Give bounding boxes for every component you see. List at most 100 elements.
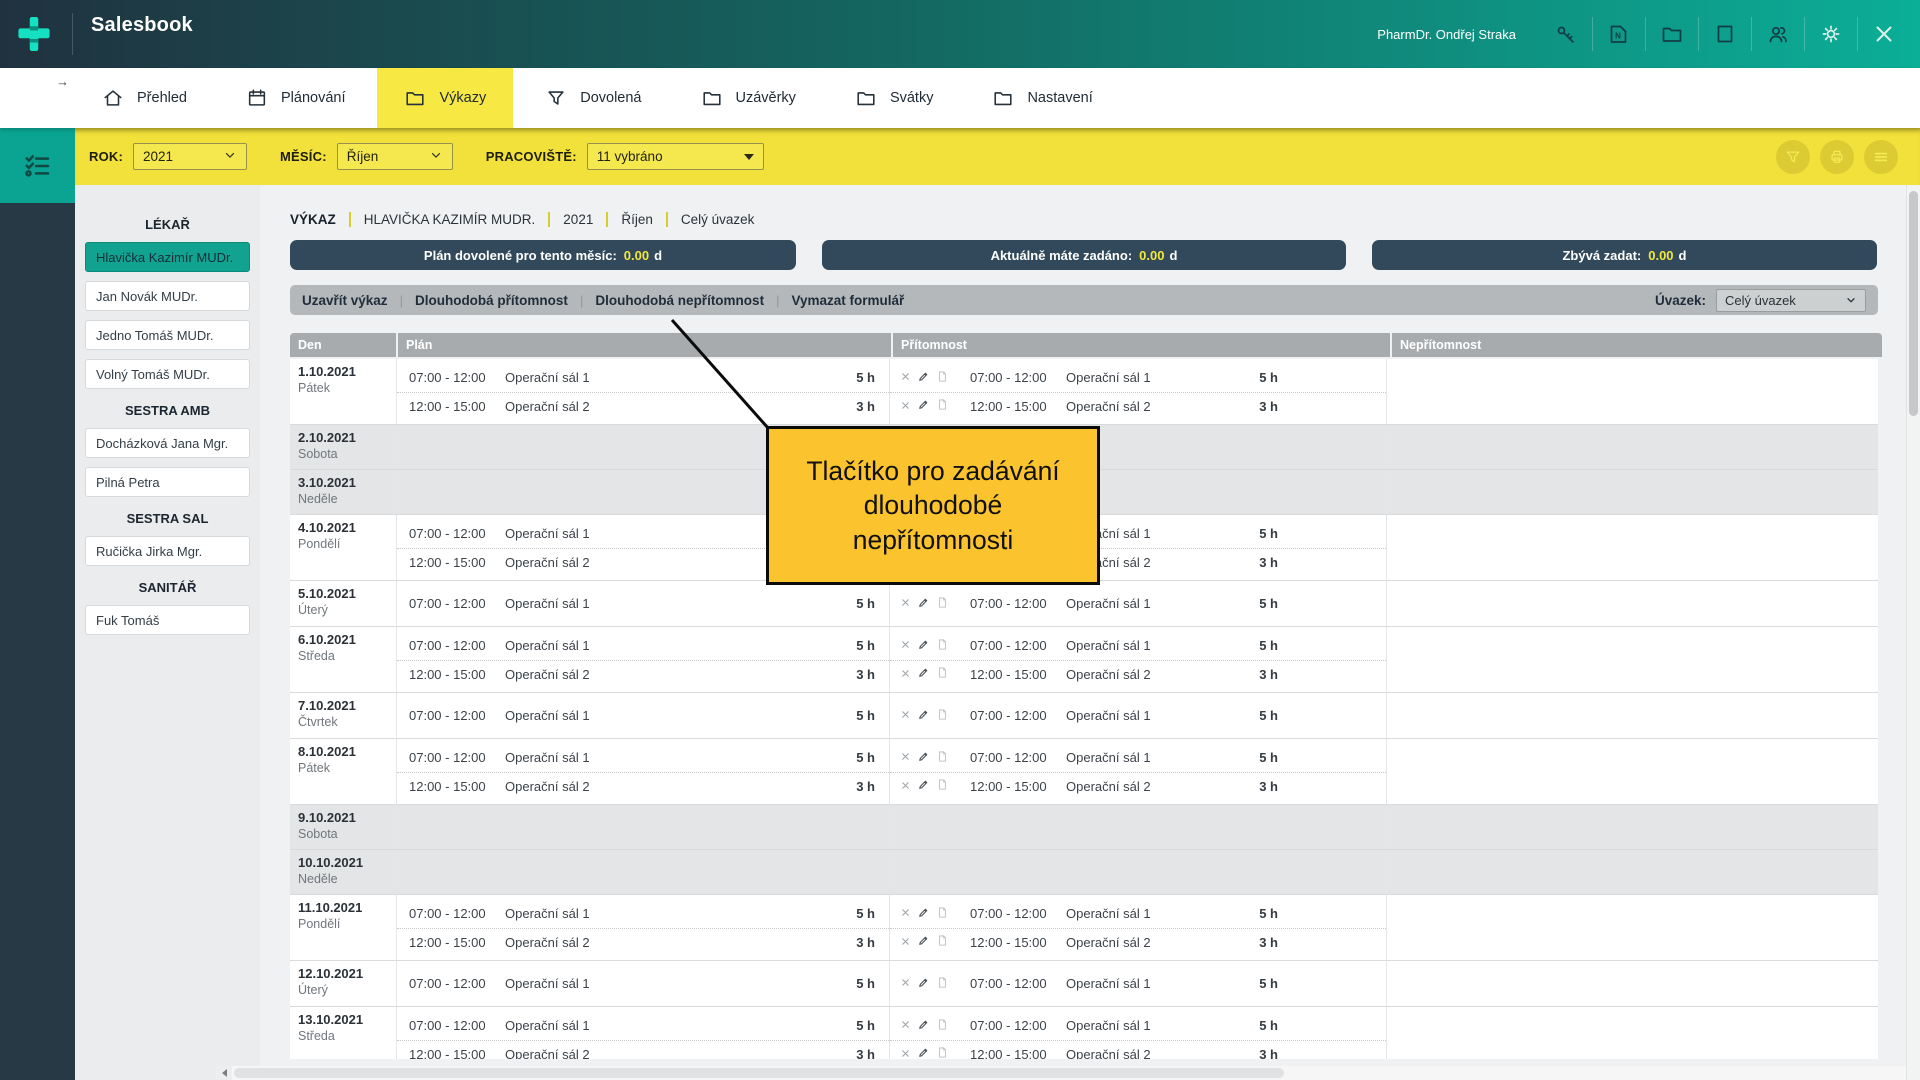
edit-shift-button[interactable] (917, 976, 930, 992)
edit-shift-button[interactable] (917, 666, 930, 682)
absence-cell (1386, 961, 1876, 1006)
edit-shift-icon (917, 1046, 930, 1059)
absence-cell (1386, 359, 1876, 424)
tab-svatky[interactable]: Svátky (828, 68, 961, 128)
sidebar-item-dochazkova-jana-mgr-[interactable]: Docházková Jana Mgr. (85, 428, 250, 458)
table-row: 13.10.2021Středa07:00 - 12:00Operační sá… (290, 1007, 1878, 1059)
toolbar-button-dlouhodoba-nepritomnost[interactable]: Dlouhodobá nepřítomnost (595, 293, 764, 308)
copy-shift-button[interactable] (936, 666, 949, 682)
remove-shift-button[interactable] (900, 976, 911, 991)
toolbar-button-vymazat-formular[interactable]: Vymazat formulář (791, 293, 904, 308)
sidebar-item-fuk-tomas[interactable]: Fuk Tomáš (85, 605, 250, 635)
copy-shift-button[interactable] (936, 1018, 949, 1034)
close-button[interactable] (1858, 0, 1910, 68)
remove-shift-button[interactable] (900, 638, 911, 653)
copy-shift-button[interactable] (936, 778, 949, 794)
tab-uzaverky[interactable]: Uzávěrky (674, 68, 823, 128)
horizontal-scrollbar-thumb[interactable] (234, 1068, 1284, 1078)
sidebar-item-jedno-tomas-mudr-[interactable]: Jedno Tomáš MUDr. (85, 320, 250, 350)
tab-planovani[interactable]: Plánování (219, 68, 373, 128)
tab-dovolena[interactable]: Dovolená (518, 68, 668, 128)
checklist-icon[interactable] (0, 128, 75, 203)
presence-cell: 07:00 - 12:00Operační sál 15 h12:00 - 15… (889, 895, 1386, 960)
remove-shift-button[interactable] (900, 399, 911, 414)
copy-shift-button[interactable] (936, 906, 949, 922)
edit-shift-button[interactable] (917, 750, 930, 766)
copy-shift-button[interactable] (936, 1046, 949, 1059)
remove-shift-button[interactable] (900, 750, 911, 765)
tab-vykazy[interactable]: Výkazy (377, 68, 513, 128)
remove-shift-button[interactable] (900, 1047, 911, 1060)
remove-shift-button[interactable] (900, 1018, 911, 1033)
edit-shift-button[interactable] (917, 906, 930, 922)
folder-button[interactable] (1646, 0, 1698, 68)
sidebar-item-volny-tomas-mudr-[interactable]: Volný Tomáš MUDr. (85, 359, 250, 389)
shift-hours: 5 h (821, 638, 875, 653)
toolbar-button-dlouhodoba-pritomnost[interactable]: Dlouhodobá přítomnost (415, 293, 568, 308)
copy-shift-button[interactable] (936, 638, 949, 654)
remove-shift-button[interactable] (900, 906, 911, 921)
menu-button[interactable] (1864, 140, 1898, 174)
print-button[interactable] (1820, 140, 1854, 174)
settings-button[interactable] (1805, 0, 1857, 68)
day-date: 13.10.2021 (298, 1012, 396, 1027)
uvazek-select[interactable]: Celý úvazek (1716, 289, 1866, 312)
table-row: 11.10.2021Pondělí07:00 - 12:00Operační s… (290, 895, 1878, 961)
edit-shift-button[interactable] (917, 1018, 930, 1034)
sidebar-item-pilna-petra[interactable]: Pilná Petra (85, 467, 250, 497)
vertical-scrollbar-thumb[interactable] (1909, 191, 1918, 416)
copy-shift-button[interactable] (936, 370, 949, 386)
filter-select-pracoviste-[interactable]: 11 vybráno (587, 143, 764, 170)
edit-shift-button[interactable] (917, 370, 930, 386)
shift-place: Operační sál 2 (505, 935, 821, 950)
window-button[interactable] (1699, 0, 1751, 68)
breadcrumb-item: VÝKAZ (290, 212, 336, 227)
remove-shift-button[interactable] (900, 708, 911, 723)
sidebar-item-rucicka-jirka-mgr-[interactable]: Ručička Jirka Mgr. (85, 536, 250, 566)
remove-shift-button[interactable] (900, 935, 911, 950)
sidebar-item-jan-novak-mudr-[interactable]: Jan Novák MUDr. (85, 281, 250, 311)
pill-value: 0.00 (624, 248, 649, 263)
filter-select-mesic-[interactable]: Říjen (337, 143, 453, 170)
horizontal-scrollbar[interactable] (216, 1066, 1906, 1080)
copy-shift-button[interactable] (936, 750, 949, 766)
remove-shift-button[interactable] (900, 667, 911, 682)
copy-shift-button[interactable] (936, 596, 949, 612)
edit-shift-button[interactable] (917, 596, 930, 612)
new-folder-button[interactable]: N (1593, 0, 1645, 68)
sidebar-item-hlavicka-kazimir-mudr-[interactable]: Hlavička Kazimír MUDr. (85, 242, 250, 272)
presence-shift: 07:00 - 12:00Operační sál 15 h (890, 632, 1386, 660)
edit-shift-button[interactable] (917, 934, 930, 950)
edit-shift-button[interactable] (917, 708, 930, 724)
remove-shift-button[interactable] (900, 779, 911, 794)
key-button[interactable] (1540, 0, 1592, 68)
edit-shift-button[interactable] (917, 638, 930, 654)
shift-time: 07:00 - 12:00 (970, 596, 1066, 611)
remove-shift-button[interactable] (900, 370, 911, 385)
vertical-scrollbar[interactable] (1906, 185, 1920, 1080)
shift-hours: 5 h (1224, 976, 1278, 991)
users-button[interactable] (1752, 0, 1804, 68)
copy-shift-button[interactable] (936, 708, 949, 724)
collapse-arrow-icon[interactable]: → (56, 74, 69, 89)
filter-button[interactable] (1776, 140, 1810, 174)
shift-time: 07:00 - 12:00 (409, 526, 505, 541)
edit-shift-button[interactable] (917, 778, 930, 794)
copy-shift-button[interactable] (936, 934, 949, 950)
edit-shift-button[interactable] (917, 1046, 930, 1059)
shift-place: Operační sál 2 (505, 667, 821, 682)
copy-shift-button[interactable] (936, 976, 949, 992)
edit-shift-button[interactable] (917, 398, 930, 414)
copy-shift-icon (936, 666, 949, 679)
plan-shift: 07:00 - 12:00Operační sál 15 h (397, 1012, 889, 1040)
app-header: Salesbook PharmDr. Ondřej Straka N (0, 0, 1920, 68)
toolbar-button-uzavrit-vykaz[interactable]: Uzavřít výkaz (302, 293, 388, 308)
scroll-left-arrow-icon[interactable] (216, 1066, 232, 1080)
tab-nastaveni[interactable]: Nastavení (965, 68, 1119, 128)
tab-prehled[interactable]: Přehled (75, 68, 214, 128)
day-date: 2.10.2021 (298, 430, 396, 445)
copy-shift-button[interactable] (936, 398, 949, 414)
remove-shift-button[interactable] (900, 596, 911, 611)
filter-select-rok-[interactable]: 2021 (133, 143, 247, 170)
summary-pill-2: Zbývá zadat:0.00d (1372, 240, 1877, 270)
